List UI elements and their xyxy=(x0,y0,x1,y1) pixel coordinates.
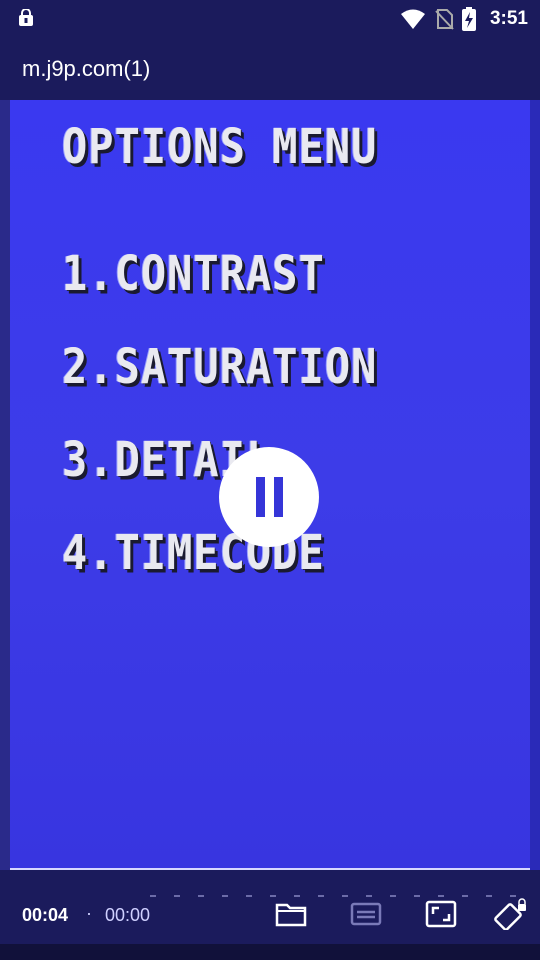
video-player-screen: 3:51 m.j9p.com(1) OPTIONS MENU 1.CONTRAS… xyxy=(0,0,540,960)
folder-icon[interactable] xyxy=(274,898,308,930)
title-bar: m.j9p.com(1) xyxy=(0,38,540,100)
pause-icon-bar xyxy=(273,477,283,517)
pause-icon xyxy=(255,477,265,517)
status-time: 3:51 xyxy=(489,8,528,29)
current-time: 00:04 xyxy=(22,905,69,925)
navigation-strip xyxy=(0,944,540,960)
total-time: 00:00 xyxy=(105,905,151,925)
video-title: m.j9p.com(1) xyxy=(22,56,151,81)
osd-item-contrast: 1.CONTRAST xyxy=(62,245,325,302)
video-edge-right xyxy=(530,100,540,870)
lock-badge-icon xyxy=(19,9,33,26)
status-bar: 3:51 xyxy=(0,0,540,38)
osd-item-saturation: 2.SATURATION xyxy=(62,338,378,395)
battery-charging-icon xyxy=(461,7,476,31)
video-edge-left xyxy=(0,100,10,870)
fullscreen-icon[interactable] xyxy=(424,898,458,930)
no-sim-icon xyxy=(435,9,454,30)
seek-bar[interactable] xyxy=(150,894,530,898)
time-separator: · xyxy=(86,903,92,923)
osd-title: OPTIONS MENU xyxy=(62,118,378,175)
subtitles-icon[interactable] xyxy=(349,898,383,930)
player-controls: 00:04 · 00:00 xyxy=(0,870,540,944)
status-icons: 3:51 xyxy=(400,6,528,32)
wifi-icon xyxy=(400,9,425,29)
rotate-lock-icon[interactable] xyxy=(494,898,528,930)
pause-button[interactable] xyxy=(219,447,319,547)
